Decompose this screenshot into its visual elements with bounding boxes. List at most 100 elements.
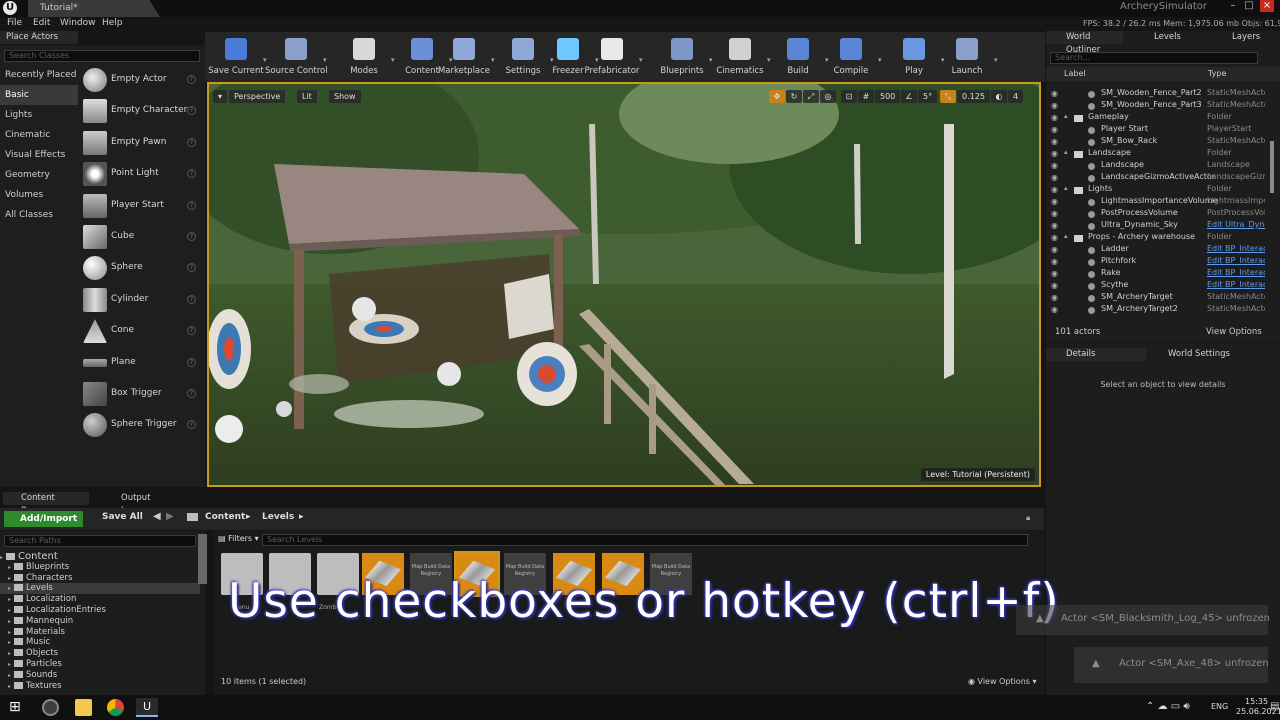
category-cinematic[interactable]: Cinematic — [0, 125, 78, 145]
marketplace-button[interactable]: Marketplace ▾ — [433, 34, 495, 76]
visibility-eye-icon[interactable]: ◉ — [1051, 138, 1059, 146]
outliner-row[interactable]: ◉ Pitchfork Edit BP_Interac — [1046, 256, 1272, 268]
visibility-eye-icon[interactable]: ◉ — [1051, 162, 1059, 170]
surface-snap-icon[interactable]: ⊡ — [841, 90, 857, 103]
outliner-row[interactable]: ◉ Ladder Edit BP_Interac — [1046, 244, 1272, 256]
file-explorer-icon[interactable] — [75, 699, 92, 716]
visibility-eye-icon[interactable]: ◉ — [1051, 294, 1059, 302]
expand-arrow-icon[interactable]: ▸ — [0, 575, 14, 582]
visibility-eye-icon[interactable]: ◉ — [1051, 150, 1059, 158]
folder-tree-item[interactable]: ▸ Objects — [0, 648, 200, 659]
tab-levels[interactable]: Levels — [1126, 31, 1201, 44]
level-tab[interactable]: Tutorial* — [28, 0, 160, 17]
back-arrow-icon[interactable]: ◀ — [153, 511, 161, 522]
world-local-icon[interactable]: ◎ — [820, 90, 836, 103]
outliner-row[interactable]: ◉ SM_ArcheryTarget StaticMeshActor — [1046, 292, 1272, 304]
expand-arrow-icon[interactable]: ▸ — [0, 596, 14, 603]
category-all-classes[interactable]: All Classes — [0, 205, 78, 225]
grid-size-value[interactable]: 500 — [875, 90, 901, 103]
folder-tree-item[interactable]: ▸ Sounds — [0, 670, 200, 681]
visibility-eye-icon[interactable]: ◉ — [1051, 246, 1059, 254]
filters-button[interactable]: ▤ Filters ▾ — [218, 534, 259, 543]
visibility-eye-icon[interactable]: ◉ — [1051, 210, 1059, 218]
outliner-row[interactable]: ◉ Landscape Landscape — [1046, 160, 1272, 172]
outliner-row[interactable]: ◉ ▴ Gameplay Folder — [1046, 112, 1272, 124]
outliner-scrollbar[interactable] — [1270, 141, 1274, 193]
translate-tool-icon[interactable]: ✥ — [769, 90, 785, 103]
minimize-icon[interactable]: – — [1226, 0, 1240, 12]
outliner-row-type[interactable]: Edit Ultra_Dyna — [1207, 220, 1265, 229]
angle-snap-icon[interactable]: ∠ — [901, 90, 917, 103]
expand-arrow-icon[interactable]: ▸ — [0, 650, 14, 657]
outliner-row[interactable]: ◉ ▴ Landscape Folder — [1046, 148, 1272, 160]
folder-tree-item[interactable]: ▸ Materials — [0, 627, 200, 638]
modes-button[interactable]: Modes ▾ — [333, 34, 395, 76]
actor-plane[interactable]: Plane? — [80, 348, 202, 379]
help-icon[interactable]: ? — [187, 169, 196, 179]
chrome-icon[interactable] — [107, 699, 124, 716]
outliner-row-type[interactable]: Edit BP_Interac — [1207, 256, 1265, 265]
outliner-search-input[interactable]: Search... — [1050, 52, 1258, 64]
save-current-button[interactable]: Save Current ▾ — [205, 34, 267, 76]
column-type[interactable]: Type — [1208, 69, 1226, 78]
dropdown-arrow-icon[interactable]: ▾ — [323, 56, 327, 64]
tab-details[interactable]: Details — [1046, 348, 1146, 361]
category-geometry[interactable]: Geometry — [0, 165, 78, 185]
help-icon[interactable]: ? — [187, 106, 196, 116]
outliner-row[interactable]: ◉ ▴ Props - Archery warehouse Folder — [1046, 232, 1272, 244]
folder-tree-item[interactable]: ▸ Content — [0, 551, 200, 562]
help-icon[interactable]: ? — [187, 357, 196, 367]
folder-tree-item[interactable]: ▸ Characters — [0, 573, 200, 584]
outliner-row[interactable]: ◉ SM_Wooden_Fence_Part2 StaticMeshActor — [1046, 88, 1272, 100]
visibility-eye-icon[interactable]: ◉ — [1051, 126, 1059, 134]
expand-arrow-icon[interactable]: ▸ — [0, 607, 14, 614]
source-control-button[interactable]: Source Control ▾ — [265, 34, 328, 76]
cinematics-button[interactable]: Cinematics ▾ — [709, 34, 771, 76]
class-search-input[interactable]: Search Classes — [4, 50, 200, 62]
perspective-button[interactable]: Perspective — [229, 90, 286, 103]
folder-tree-item[interactable]: ▸ Blueprints — [0, 562, 200, 573]
expand-arrow-icon[interactable]: ▸ — [0, 661, 14, 668]
forward-arrow-icon[interactable]: ▶ — [166, 511, 174, 522]
prefabricator-button[interactable]: Prefabricator ▾ — [581, 34, 643, 76]
expand-arrow-icon[interactable]: ▸ — [0, 683, 14, 690]
folder-tree-item[interactable]: ▸ Mannequin — [0, 616, 200, 627]
help-icon[interactable]: ? — [187, 137, 196, 147]
expand-arrow-icon[interactable]: ▴ — [1064, 148, 1068, 156]
folder-tree-item[interactable]: ▸ Localization — [0, 594, 200, 605]
language-indicator[interactable]: ENG — [1211, 702, 1228, 711]
dropdown-arrow-icon[interactable]: ▾ — [639, 56, 643, 64]
outliner-row[interactable]: ◉ ▴ Lights Folder — [1046, 184, 1272, 196]
menu-file[interactable]: File — [7, 18, 22, 28]
help-icon[interactable]: ? — [187, 231, 196, 241]
compile-button[interactable]: Compile ▾ — [820, 34, 882, 76]
folder-tree-item[interactable]: ▸ Levels — [0, 583, 200, 595]
outliner-row[interactable]: ◉ SM_Bow_Rack StaticMeshActor — [1046, 136, 1272, 148]
dropdown-arrow-icon[interactable]: ▾ — [878, 56, 882, 64]
outliner-row-type[interactable]: Edit BP_Interac — [1207, 244, 1265, 253]
outliner-view-options[interactable]: View Options — [1206, 327, 1262, 337]
save-all-button[interactable]: Save All — [102, 512, 143, 522]
folder-tree-item[interactable]: ▸ Textures — [0, 681, 200, 692]
category-visual-effects[interactable]: Visual Effects — [0, 145, 78, 165]
settings-icon[interactable] — [42, 699, 59, 716]
folder-tree-item[interactable]: ▸ Music — [0, 637, 200, 648]
category-recently-placed[interactable]: Recently Placed — [0, 65, 78, 85]
tab-layers[interactable]: Layers — [1204, 31, 1280, 44]
visibility-eye-icon[interactable]: ◉ — [1051, 306, 1059, 314]
visibility-eye-icon[interactable]: ◉ — [1051, 234, 1059, 242]
unreal-engine-icon[interactable]: U — [136, 698, 158, 717]
actor-empty-pawn[interactable]: Empty Pawn? — [80, 128, 202, 159]
level-viewport[interactable]: ▾ Perspective Lit Show ✥ ↻ ⤢ ◎ ⊡ # 500 ∠… — [207, 82, 1041, 487]
scale-snap-icon[interactable]: ⤡ — [940, 90, 956, 103]
expand-arrow-icon[interactable]: ▸ — [0, 618, 14, 625]
actor-cylinder[interactable]: Cylinder? — [80, 285, 202, 316]
scale-tool-icon[interactable]: ⤢ — [803, 90, 819, 103]
help-icon[interactable]: ? — [187, 388, 196, 398]
blueprints-button[interactable]: Blueprints ▾ — [651, 34, 713, 76]
tab-world-settings[interactable]: World Settings — [1150, 348, 1250, 361]
outliner-row[interactable]: ◉ Rake Edit BP_Interac — [1046, 268, 1272, 280]
category-volumes[interactable]: Volumes — [0, 185, 78, 205]
help-icon[interactable]: ? — [187, 75, 196, 84]
expand-arrow-icon[interactable]: ▸ — [0, 629, 14, 636]
